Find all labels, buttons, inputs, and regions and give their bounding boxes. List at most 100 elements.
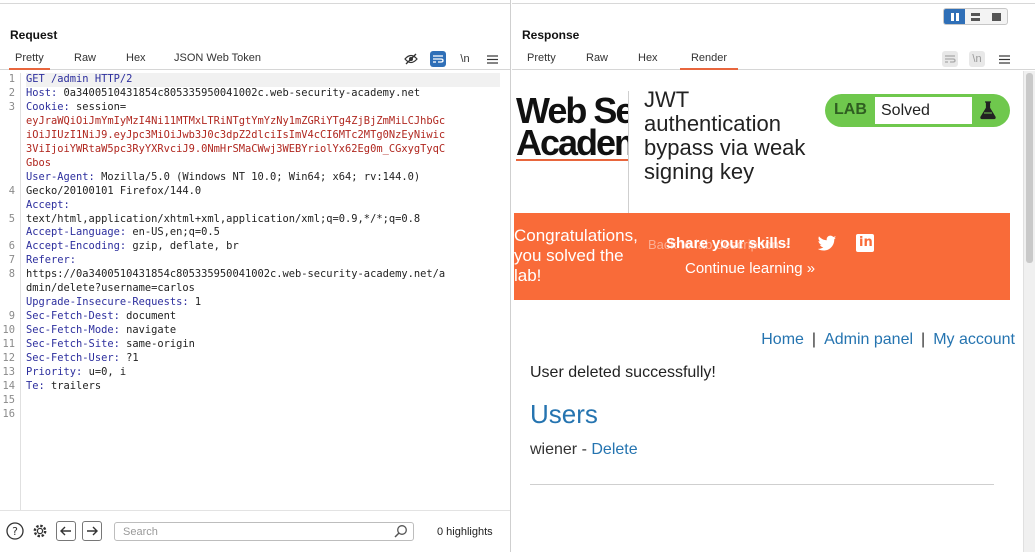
layout-single-icon[interactable] — [986, 9, 1007, 24]
request-tab-pretty[interactable]: Pretty — [9, 52, 50, 70]
code-line[interactable]: Upgrade-Insecure-Requests: 1 — [26, 296, 500, 310]
header-value: same-origin — [119, 338, 195, 351]
code-line[interactable]: dmin/delete?username=carlos — [26, 282, 500, 296]
request-title: Request — [10, 28, 58, 42]
layout-split-horizontal-icon[interactable] — [944, 9, 965, 24]
code-line[interactable]: Sec-Fetch-Mode: navigate — [26, 324, 500, 338]
continue-learning-link[interactable]: Continue learning » — [685, 260, 815, 277]
request-tab-hex[interactable]: Hex — [120, 52, 152, 70]
congratulations-banner: Congratulations, you solved the lab! Bac… — [514, 213, 1010, 300]
line-number: 14 — [2, 379, 15, 392]
line-number — [0, 129, 15, 143]
request-editor[interactable]: 123 4 5 678 9 10 11 12 13 14 15 16 GET /admin H… — [0, 71, 500, 510]
header-name: Accept-Language: — [26, 226, 127, 239]
linkedin-icon[interactable]: in — [856, 234, 874, 252]
nav-admin-panel-link[interactable]: Admin panel — [824, 331, 913, 348]
render-scrollbar[interactable] — [1023, 71, 1035, 552]
line-number — [0, 171, 15, 185]
response-tab-raw[interactable]: Raw — [580, 52, 614, 70]
menu-icon[interactable] — [996, 51, 1012, 67]
layout-split-vertical-icon[interactable] — [965, 9, 986, 24]
code-line[interactable]: Te: trailers — [26, 380, 500, 394]
code-line[interactable]: eyJraWQiOiJmYmIyMzI4Ni11MTMxLTRiNTgtYmYz… — [26, 115, 500, 129]
header-name: User-Agent: — [26, 170, 95, 183]
code-line[interactable]: iOiJIUzI1NiJ9.eyJpc3MiOiJwb3J0c3dpZ2dlci… — [26, 129, 500, 143]
code-line[interactable]: Accept-Language: en-US,en;q=0.5 — [26, 226, 500, 240]
request-tab-raw[interactable]: Raw — [68, 52, 102, 70]
twitter-icon[interactable] — [817, 235, 837, 253]
header-name: Priority: — [26, 366, 83, 379]
header-name: Te: — [26, 379, 45, 392]
code-line[interactable]: Accept-Encoding: gzip, deflate, br — [26, 240, 500, 254]
wrap-lines-icon[interactable] — [430, 51, 446, 67]
code-line[interactable]: Host: 0a3400510431854c805335950041002c.w… — [26, 87, 500, 101]
web-security-academy-logo[interactable]: Web Se Academ — [516, 93, 628, 173]
line-number: 16 — [2, 407, 15, 420]
forward-arrow-button[interactable] — [82, 521, 102, 541]
top-border — [512, 3, 1035, 4]
help-icon[interactable]: ? — [5, 521, 25, 541]
code-line[interactable]: Referer: — [26, 254, 500, 268]
response-tab-render[interactable]: Render — [680, 52, 738, 70]
line-number: 9 — [8, 310, 15, 323]
menu-icon[interactable] — [484, 51, 500, 67]
highlights-count: 0 highlights — [437, 526, 493, 538]
line-number — [0, 199, 15, 213]
nav-separator: | — [921, 331, 926, 348]
code-line[interactable]: Accept: — [26, 199, 500, 213]
hide-eye-icon[interactable] — [403, 51, 419, 67]
code-line[interactable]: text/html,application/xhtml+xml,applicat… — [26, 213, 500, 227]
newline-toggle[interactable]: \n — [457, 51, 473, 67]
code-line[interactable]: User-Agent: Mozilla/5.0 (Windows NT 10.0… — [26, 171, 500, 185]
code-line[interactable]: Sec-Fetch-Dest: document — [26, 310, 500, 324]
lab-status: Solved — [875, 97, 972, 124]
code-line[interactable]: GET /admin HTTP/2 — [26, 73, 500, 87]
code-line[interactable]: Sec-Fetch-Site: same-origin — [26, 338, 500, 352]
line-number: 8 — [8, 268, 15, 281]
response-tab-pretty[interactable]: Pretty — [521, 52, 562, 70]
line-number: 7 — [8, 254, 15, 267]
line-number — [0, 282, 15, 296]
nav-home-link[interactable]: Home — [761, 331, 804, 348]
code-line[interactable] — [26, 408, 500, 422]
header-value: gzip, deflate, br — [126, 240, 239, 253]
response-tab-hex[interactable]: Hex — [632, 52, 664, 70]
code-line[interactable]: https://0a3400510431854c805335950041002c… — [26, 268, 500, 282]
scrollbar-thumb[interactable] — [1026, 73, 1033, 263]
nav-my-account-link[interactable]: My account — [933, 331, 1015, 348]
header-value: Mozilla/5.0 (Windows NT 10.0; Win64; x64… — [94, 170, 421, 183]
header-name: Cookie: — [26, 100, 70, 113]
settings-gear-icon[interactable] — [30, 521, 50, 541]
code-line[interactable]: 3ViIjoiYWRtaW5pc3RyYXRvciJ9.0NmHrSMaCWwj… — [26, 143, 500, 157]
back-arrow-button[interactable] — [56, 521, 76, 541]
svg-text:?: ? — [12, 525, 18, 538]
cookie-value: iOiJIUzI1NiJ9.eyJpc3MiOiJwb3J0c3dpZ2dlci… — [26, 128, 446, 141]
code-line[interactable] — [26, 394, 500, 408]
line-number: 2 — [8, 86, 15, 99]
search-icon[interactable] — [394, 524, 408, 538]
header-name: Sec-Fetch-User: — [26, 352, 120, 365]
line-number: 3 — [8, 100, 15, 113]
header-value: trailers — [44, 379, 102, 392]
line-number: 4 — [8, 184, 15, 197]
header-value: u=0, i — [82, 366, 127, 379]
cookie-value: 3ViIjoiYWRtaW5pc3RyYXRvciJ9.0NmHrSMaCWwj… — [26, 142, 446, 155]
header-value: session= — [69, 100, 127, 113]
line-gutter: 123 4 5 678 9 10 11 12 13 14 15 16 — [0, 73, 21, 510]
search-input[interactable] — [114, 522, 414, 541]
request-code[interactable]: GET /admin HTTP/2 Host: 0a3400510431854c8… — [26, 73, 500, 422]
line-number: 5 — [8, 212, 15, 225]
wrap-lines-icon[interactable] — [942, 51, 958, 67]
delete-user-link[interactable]: Delete — [591, 441, 637, 458]
code-line[interactable]: Priority: u=0, i — [26, 366, 500, 380]
success-message: User deleted successfully! — [530, 364, 716, 381]
newline-toggle[interactable]: \n — [969, 51, 985, 67]
header-value: dmin/delete?username=carlos — [26, 282, 195, 295]
content-divider — [530, 484, 994, 485]
code-line[interactable]: Gbos — [26, 157, 500, 171]
code-line[interactable]: Gecko/20100101 Firefox/144.0 — [26, 185, 500, 199]
code-line[interactable]: Cookie: session= — [26, 101, 500, 115]
request-bottom-bar: ? 0 highlights — [0, 510, 510, 552]
request-tab-json-web-token[interactable]: JSON Web Token — [168, 52, 267, 70]
code-line[interactable]: Sec-Fetch-User: ?1 — [26, 352, 500, 366]
